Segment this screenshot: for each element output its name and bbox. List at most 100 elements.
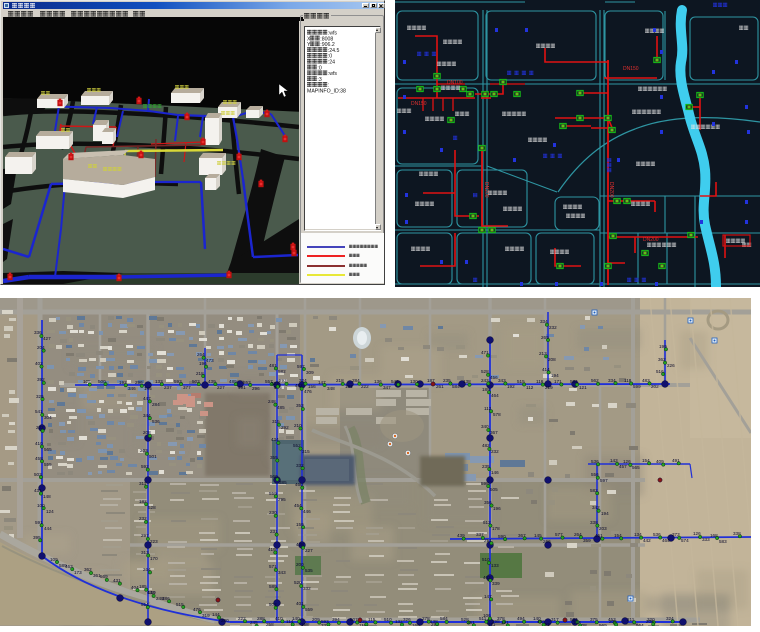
svg-text:109: 109: [50, 557, 58, 562]
svg-text:333: 333: [702, 537, 710, 542]
svg-text:590: 590: [498, 534, 506, 539]
svg-text:304: 304: [44, 415, 52, 420]
svg-text:DN100: DN100: [447, 80, 463, 86]
svg-text:148: 148: [43, 494, 51, 499]
svg-text:494: 494: [517, 616, 525, 621]
svg-text:476: 476: [304, 389, 312, 394]
svg-text:483: 483: [642, 378, 650, 383]
svg-text:338: 338: [733, 531, 741, 536]
svg-text:555: 555: [44, 462, 52, 467]
svg-text:334: 334: [608, 378, 616, 383]
svg-text:545: 545: [391, 379, 399, 384]
svg-text:491: 491: [672, 458, 680, 463]
svg-text:136: 136: [374, 379, 382, 384]
svg-text:171: 171: [554, 379, 562, 384]
svg-text:223: 223: [150, 539, 158, 544]
svg-text:431: 431: [113, 578, 121, 583]
svg-text:583: 583: [719, 539, 727, 544]
svg-text:482: 482: [295, 383, 303, 388]
svg-text:564: 564: [636, 623, 644, 626]
svg-text:199: 199: [659, 344, 667, 349]
svg-text:460: 460: [295, 482, 303, 487]
svg-text:520: 520: [294, 580, 302, 585]
svg-text:145: 145: [144, 386, 152, 391]
svg-text:323: 323: [271, 381, 279, 386]
svg-text:147: 147: [318, 380, 326, 385]
svg-text:395: 395: [33, 535, 41, 540]
svg-text:208: 208: [143, 430, 151, 435]
svg-text:593: 593: [321, 619, 329, 624]
svg-text:446: 446: [303, 509, 311, 514]
svg-text:205: 205: [609, 619, 617, 624]
svg-text:353: 353: [296, 403, 304, 408]
svg-text:116: 116: [536, 379, 544, 384]
svg-text:232: 232: [491, 449, 499, 454]
svg-text:325: 325: [36, 394, 44, 399]
svg-text:264: 264: [574, 532, 582, 537]
svg-text:528: 528: [481, 369, 489, 374]
svg-text:458: 458: [35, 456, 43, 461]
svg-text:248: 248: [268, 399, 276, 404]
svg-text:463: 463: [65, 564, 73, 569]
svg-text:444: 444: [44, 526, 52, 531]
svg-text:192: 192: [119, 380, 127, 385]
svg-text:447: 447: [143, 396, 151, 401]
svg-text:536: 536: [653, 532, 661, 537]
svg-text:489: 489: [229, 379, 237, 384]
svg-text:189: 189: [482, 387, 490, 392]
svg-text:133: 133: [155, 379, 163, 384]
svg-text:143: 143: [610, 458, 618, 463]
svg-text:218: 218: [336, 378, 344, 383]
svg-text:338: 338: [590, 520, 598, 525]
svg-text:159: 159: [296, 522, 304, 527]
svg-text:288: 288: [257, 616, 265, 621]
svg-text:317: 317: [551, 617, 559, 622]
svg-text:231: 231: [270, 529, 278, 534]
svg-text:106: 106: [483, 613, 491, 618]
svg-text:114: 114: [286, 619, 294, 624]
svg-text:505: 505: [490, 487, 498, 492]
svg-text:206: 206: [646, 619, 654, 624]
svg-text:456: 456: [537, 619, 545, 624]
svg-text:218: 218: [196, 371, 204, 376]
svg-text:582: 582: [278, 369, 286, 374]
svg-text:419: 419: [268, 547, 276, 552]
svg-text:584: 584: [440, 616, 448, 621]
svg-text:157: 157: [439, 625, 447, 626]
svg-text::3: :3: [317, 77, 321, 83]
svg-text:222: 222: [36, 425, 44, 430]
svg-text:578: 578: [493, 412, 501, 417]
svg-text:565: 565: [632, 465, 640, 470]
svg-text:315: 315: [302, 449, 310, 454]
svg-text:232: 232: [549, 325, 557, 330]
svg-text:359: 359: [583, 538, 591, 543]
svg-text:284: 284: [152, 402, 160, 407]
svg-text:134: 134: [634, 532, 642, 537]
svg-text:DN200: DN200: [483, 182, 489, 198]
svg-text:278: 278: [422, 616, 430, 621]
svg-text:344: 344: [143, 413, 151, 418]
svg-text:126: 126: [693, 531, 701, 536]
svg-text:431: 431: [34, 488, 42, 493]
svg-text:536: 536: [152, 419, 160, 424]
svg-text:553: 553: [243, 380, 251, 385]
svg-text:584: 584: [570, 379, 578, 384]
svg-text:439: 439: [457, 533, 465, 538]
svg-text:577: 577: [555, 532, 563, 537]
svg-text:DN150: DN150: [411, 101, 427, 107]
svg-text:574: 574: [681, 538, 689, 543]
svg-text:515: 515: [517, 379, 525, 384]
svg-text:168: 168: [710, 533, 718, 538]
svg-text:591: 591: [35, 520, 43, 525]
svg-text:347: 347: [383, 385, 391, 390]
svg-text:343: 343: [498, 378, 506, 383]
svg-text:178: 178: [492, 526, 500, 531]
svg-text:264: 264: [143, 567, 151, 572]
svg-text:146: 146: [491, 470, 499, 475]
svg-text:559: 559: [269, 491, 277, 496]
svg-text:173: 173: [74, 570, 82, 575]
svg-text:337: 337: [476, 532, 484, 537]
svg-text:569: 569: [100, 574, 108, 579]
svg-text:124: 124: [46, 509, 54, 514]
svg-text:362: 362: [84, 567, 92, 572]
